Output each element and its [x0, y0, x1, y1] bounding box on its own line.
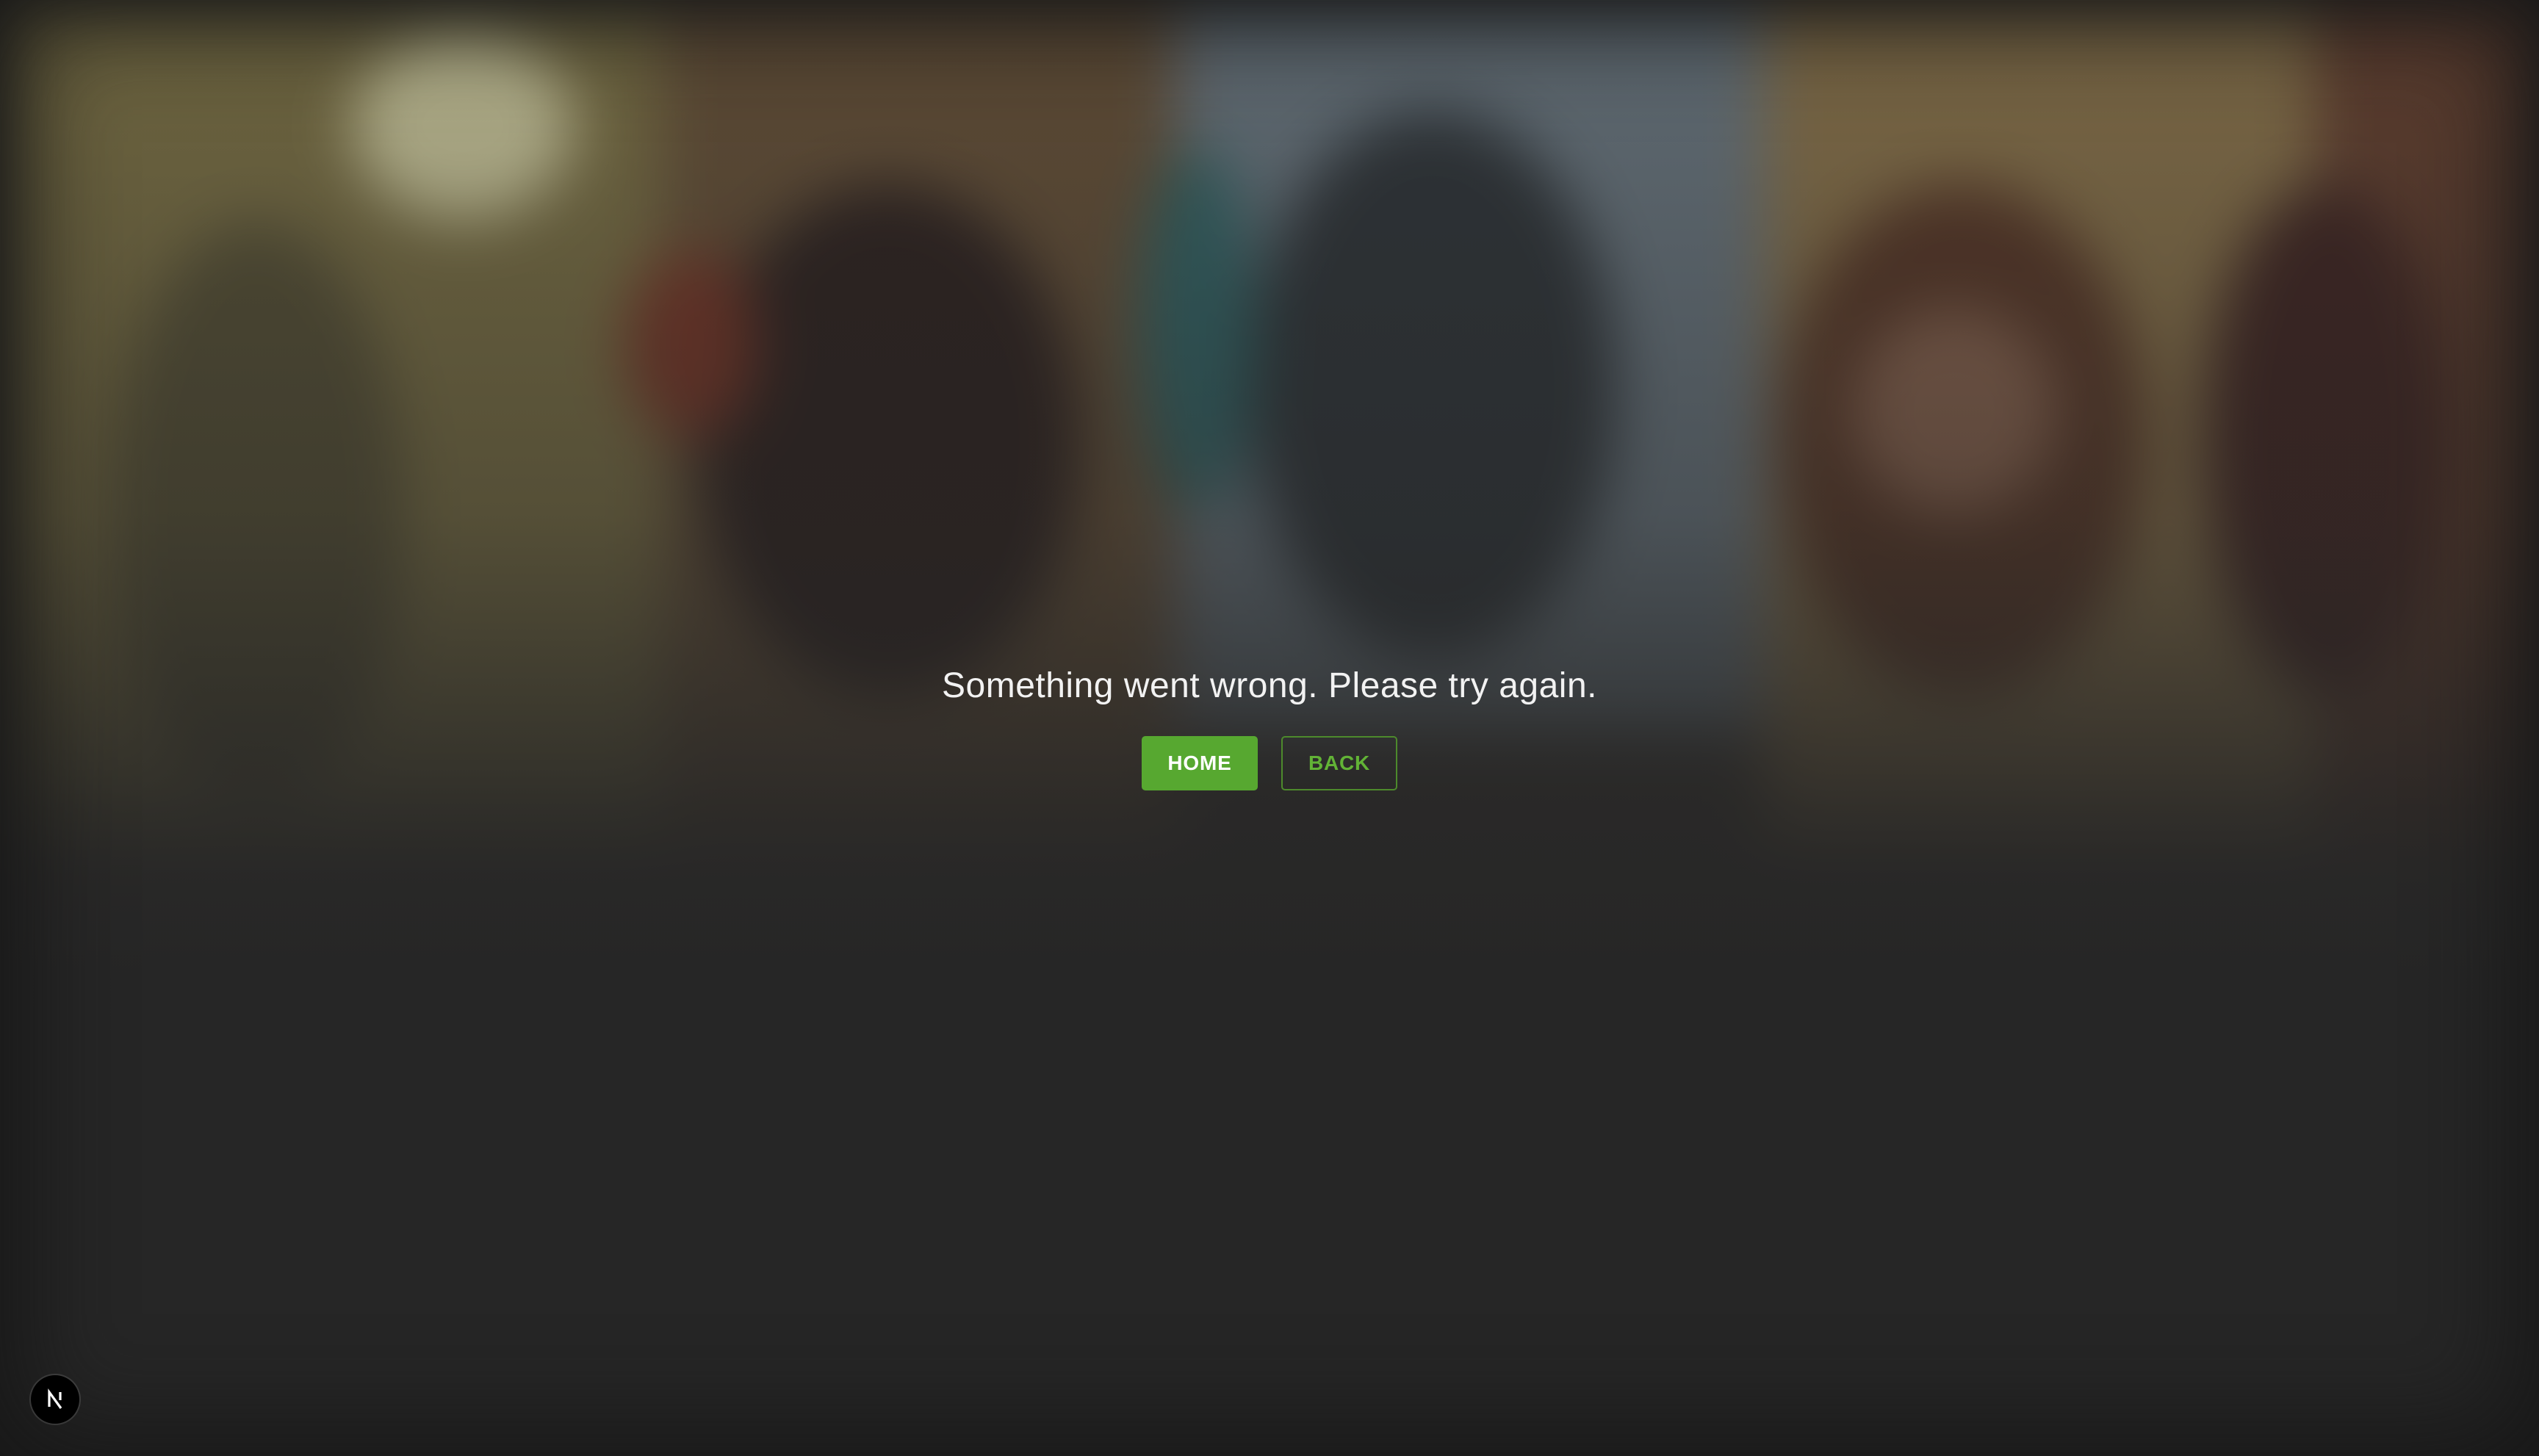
- nextjs-dev-badge[interactable]: [31, 1375, 79, 1424]
- nextjs-logo-icon: [48, 1388, 62, 1409]
- back-button[interactable]: BACK: [1281, 736, 1397, 790]
- home-button[interactable]: HOME: [1142, 736, 1258, 790]
- error-message: Something went wrong. Please try again.: [942, 666, 1597, 705]
- error-panel: Something went wrong. Please try again. …: [0, 655, 2539, 790]
- error-actions: HOME BACK: [0, 736, 2539, 790]
